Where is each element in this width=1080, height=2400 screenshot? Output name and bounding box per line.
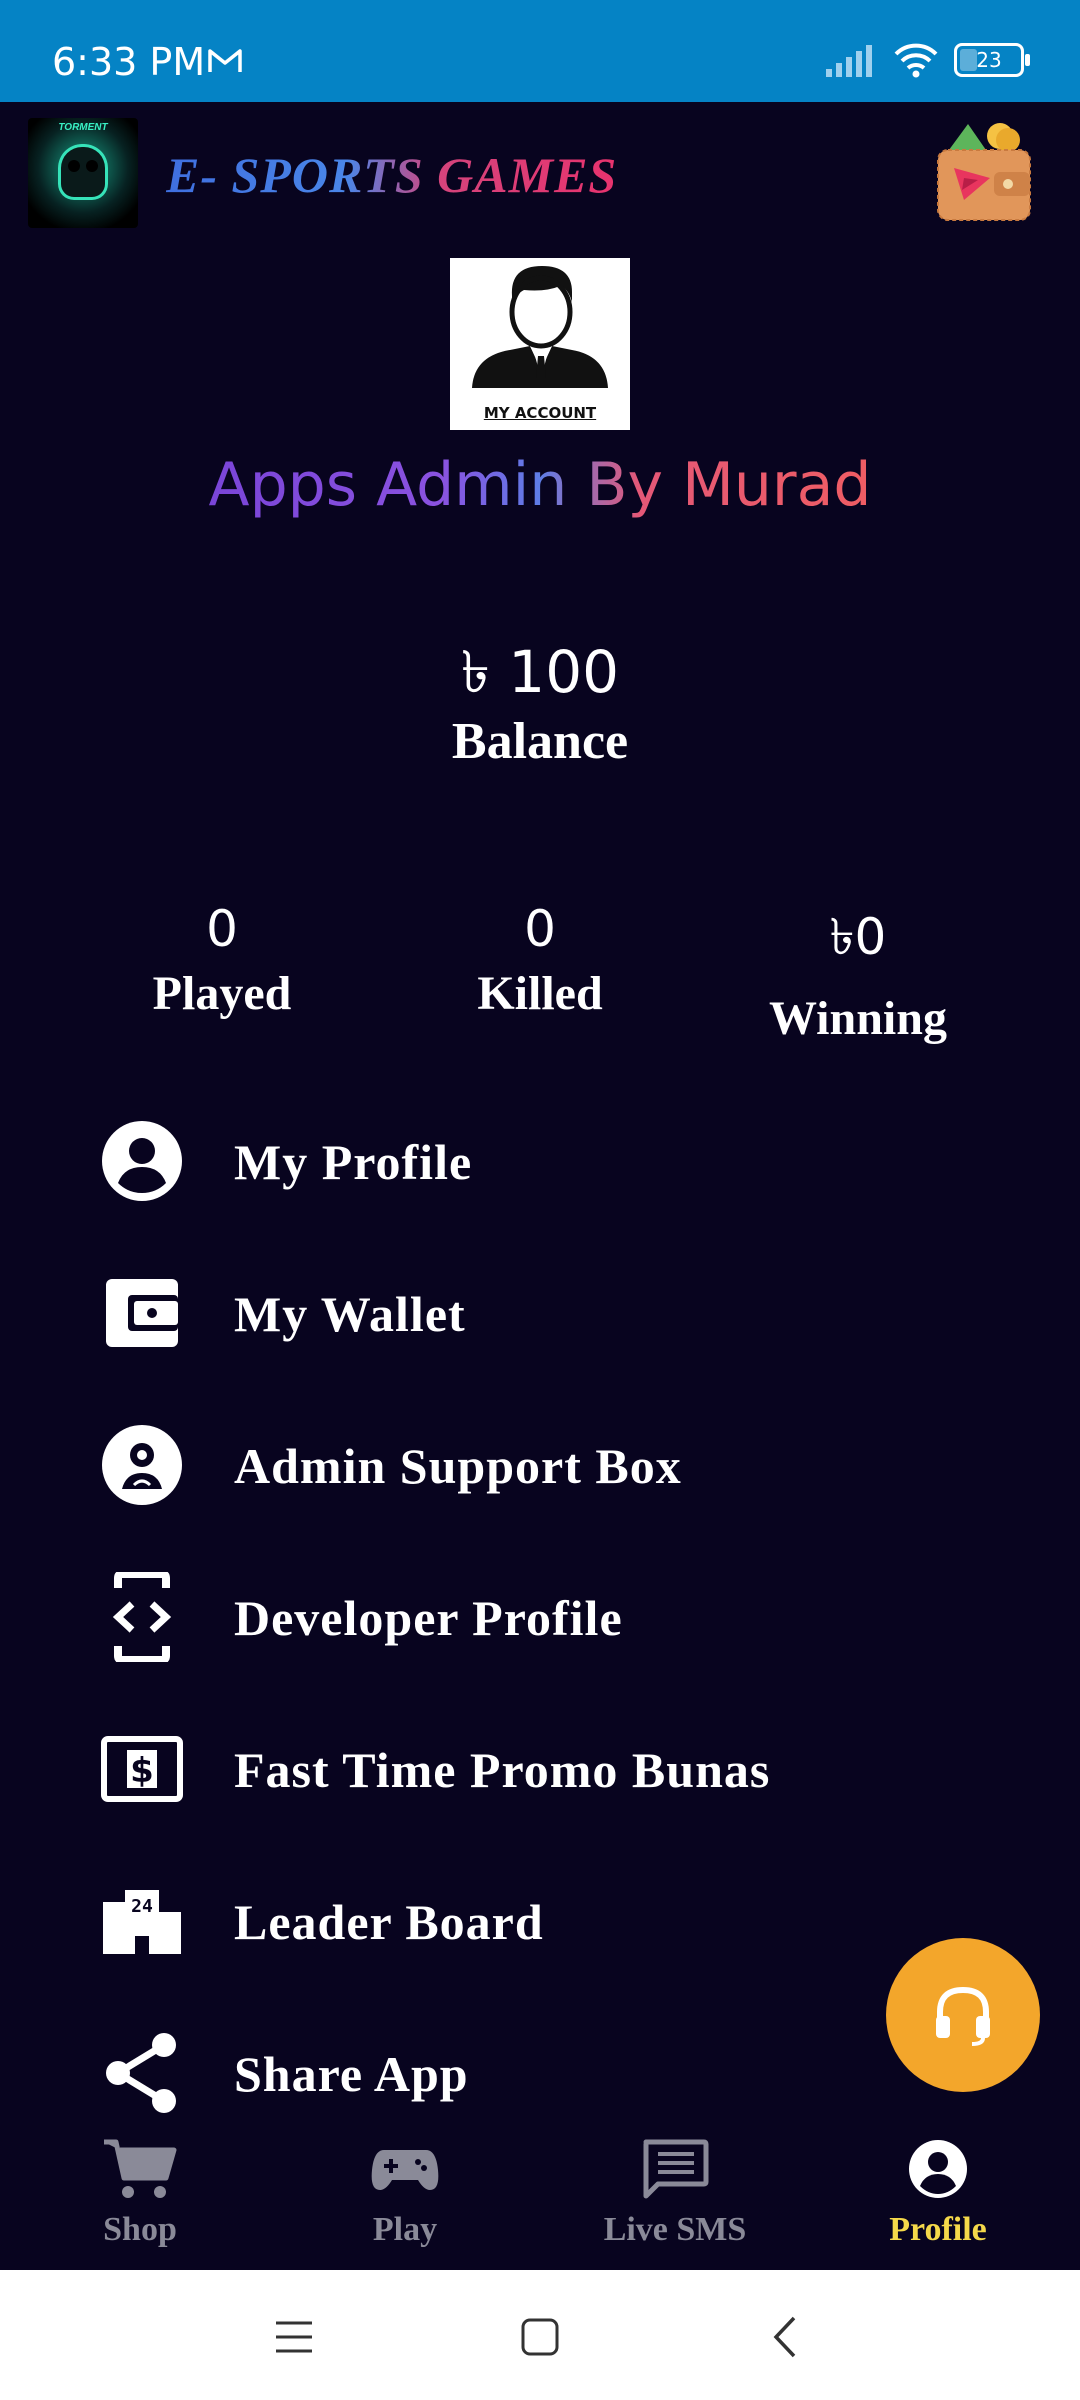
nav-live-sms[interactable]: Live SMS [565,2138,785,2249]
app-header: TORMENT E- SPORTS GAMES [0,102,1080,232]
menu-label: Developer Profile [234,1590,623,1646]
stat-winning: ৳0 Winning [708,900,1008,1046]
system-navigation-bar [0,2270,1080,2400]
app-logo: TORMENT [28,118,138,228]
avatar-caption: MY ACCOUNT [483,404,597,422]
menu-label: My Wallet [234,1286,466,1342]
nav-label: Shop [103,2211,177,2248]
menu-item-admin-support[interactable]: Admin Support Box [0,1419,1080,1571]
menu-label: My Profile [234,1134,473,1190]
menu-icon[interactable] [274,2320,314,2354]
wallet-icon[interactable] [934,120,1034,224]
menu-label: Leader Board [234,1894,544,1950]
menu-item-my-profile[interactable]: My Profile [0,1115,1080,1267]
status-time: 6:33 PM [52,40,206,84]
chat-icon [643,2139,709,2199]
balance-amount: ৳ 100 [460,638,620,706]
menu-item-promo-bonus[interactable]: $ Fast Time Promo Bunas [0,1723,1080,1875]
gmail-icon [208,49,242,72]
signal-icon [826,45,872,77]
stat-killed: 0 Killed [390,900,690,1021]
support-fab[interactable] [886,1938,1040,2092]
stat-value: 0 [206,900,238,958]
gamepad-icon [371,2150,439,2190]
user-name: Apps Admin By Murad [208,450,872,520]
account-circle-icon [909,2140,967,2198]
menu-label: Admin Support Box [234,1438,682,1494]
status-bar: 6:33 PM 23 [0,0,1080,102]
support-agent-icon [102,1425,182,1505]
bottom-navigation: Shop Play Live SMS Profile [0,2118,1080,2270]
user-silhouette-icon [472,266,608,388]
headset-icon [936,1986,990,2046]
menu-item-developer-profile[interactable]: Developer Profile [0,1571,1080,1723]
nav-play[interactable]: Play [295,2138,515,2249]
profile-avatar[interactable]: MY ACCOUNT [450,258,630,430]
battery-icon: 23 [954,43,1030,77]
stat-label: Winning [769,992,947,1045]
back-icon[interactable] [772,2316,798,2358]
nav-label: Live SMS [603,2211,747,2248]
wifi-icon [894,43,938,78]
stat-played: 0 Played [72,900,372,1021]
app-title: E- SPORTS GAMES [166,147,618,203]
stat-value: 0 [524,900,556,958]
menu-item-my-wallet[interactable]: My Wallet [0,1267,1080,1419]
nav-shop[interactable]: Shop [30,2138,250,2249]
nav-profile[interactable]: Profile [828,2138,1048,2249]
menu-label: Fast Time Promo Bunas [234,1742,771,1798]
nav-label: Play [372,2211,438,2248]
svg-text:$: $ [130,1751,154,1791]
balance-label: Balance [451,713,629,770]
home-icon[interactable] [521,2318,559,2356]
developer-mode-icon [112,1572,172,1662]
stat-value: ৳0 [829,908,887,966]
leaderboard-icon: 24 [103,1890,181,1954]
stat-label: Played [152,967,292,1020]
menu-label: Share App [234,2046,469,2102]
nav-label: Profile [889,2211,987,2248]
stat-label: Killed [477,967,603,1020]
money-icon: $ [101,1736,183,1802]
battery-level: 23 [976,48,1002,72]
svg-text:24: 24 [131,1896,153,1917]
cart-icon [104,2139,177,2198]
wallet-icon [106,1279,178,1347]
share-icon [106,2033,176,2113]
account-circle-icon [102,1121,182,1201]
